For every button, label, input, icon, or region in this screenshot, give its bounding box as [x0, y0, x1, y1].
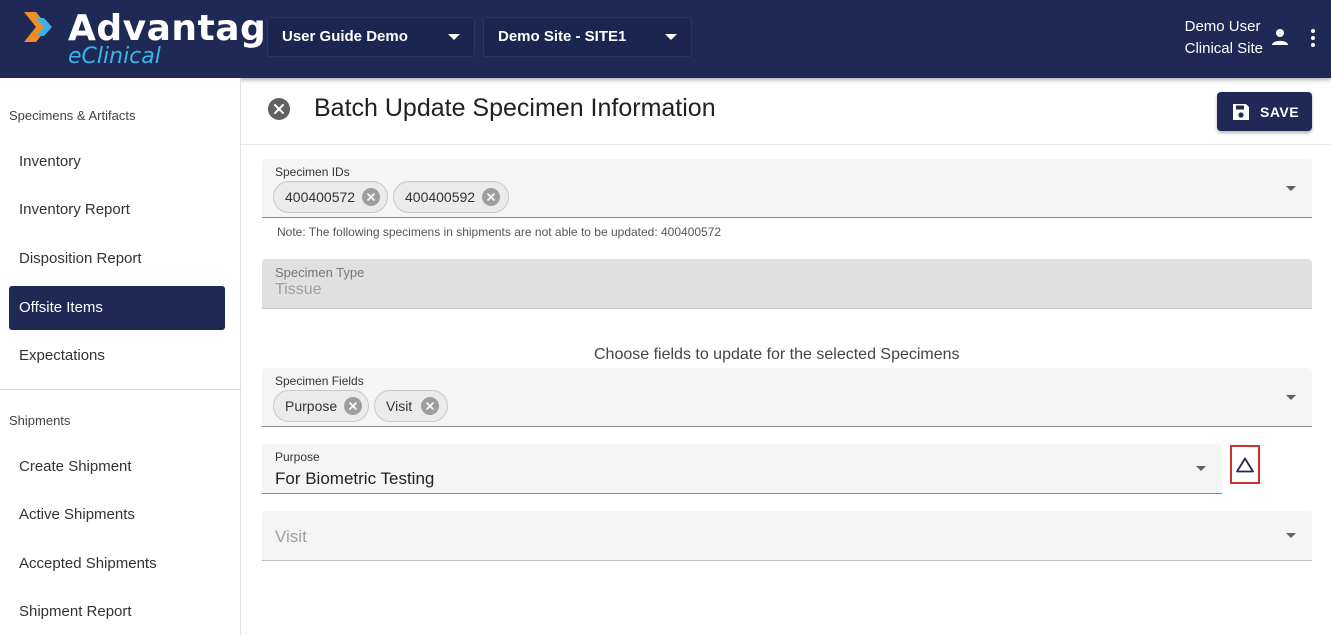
choose-fields-instruction: Choose fields to update for the selected…: [594, 346, 960, 363]
save-button-label: SAVE: [1260, 104, 1300, 120]
sidebar-item-offsite-items[interactable]: Offsite Items: [9, 286, 225, 330]
specimen-type-value: Tissue: [275, 281, 322, 298]
header-divider: [241, 144, 1331, 145]
specimen-ids-select[interactable]: Specimen IDs 400400572 400400592: [262, 159, 1312, 218]
sidebar-section-title: Shipments: [9, 413, 71, 428]
save-button[interactable]: SAVE: [1217, 92, 1312, 131]
sidebar-item-disposition-report[interactable]: Disposition Report: [9, 237, 225, 281]
close-icon[interactable]: [268, 98, 290, 120]
sidebar-item-inventory-report[interactable]: Inventory Report: [9, 188, 225, 232]
sidebar-item-inventory[interactable]: Inventory: [9, 140, 225, 184]
specimen-id-chip: 400400572: [273, 181, 388, 213]
chip-remove-icon[interactable]: [482, 188, 500, 206]
chevron-down-icon: [1286, 395, 1296, 400]
chip-remove-icon[interactable]: [362, 188, 380, 206]
sidebar-item-expectations[interactable]: Expectations: [9, 334, 225, 378]
chevron-down-icon: [448, 34, 460, 40]
specimen-ids-label: Specimen IDs: [275, 165, 350, 179]
logo-title: Advantage: [68, 8, 292, 49]
top-app-bar: Advantage eClinical User Guide Demo Demo…: [0, 0, 1331, 78]
specimen-type-field: Specimen Type Tissue: [262, 259, 1312, 309]
sidebar-section-title: Specimens & Artifacts: [9, 108, 136, 123]
chip-label: 400400572: [285, 189, 356, 205]
chip-remove-icon[interactable]: [344, 397, 362, 415]
warning-indicator[interactable]: [1230, 445, 1260, 484]
chevron-down-icon: [665, 34, 677, 40]
chevron-down-icon: [1196, 466, 1206, 471]
sidebar-divider: [0, 389, 241, 390]
specimen-fields-label: Specimen Fields: [275, 374, 364, 388]
sidebar-nav: Specimens & Artifacts Inventory Inventor…: [0, 78, 241, 635]
study-selector-value: User Guide Demo: [282, 28, 408, 45]
user-name: Demo User: [1184, 18, 1261, 35]
sidebar-item-accepted-shipments[interactable]: Accepted Shipments: [9, 542, 225, 586]
user-role: Clinical Site: [1184, 40, 1263, 57]
page-title: Batch Update Specimen Information: [314, 94, 716, 122]
specimen-fields-select[interactable]: Specimen Fields Purpose Visit: [262, 368, 1312, 427]
sidebar-item-active-shipments[interactable]: Active Shipments: [9, 493, 225, 537]
main-content: Batch Update Specimen Information SAVE S…: [241, 78, 1331, 635]
sidebar-item-create-shipment[interactable]: Create Shipment: [9, 445, 225, 489]
study-selector[interactable]: User Guide Demo: [267, 17, 475, 57]
kebab-menu-icon[interactable]: [1306, 27, 1320, 49]
person-icon[interactable]: [1270, 27, 1290, 47]
visit-placeholder: Visit: [275, 527, 307, 546]
chevron-down-icon: [1286, 533, 1296, 538]
chip-remove-icon[interactable]: [421, 397, 439, 415]
shipment-note: Note: The following specimens in shipmen…: [277, 225, 722, 239]
specimen-type-label: Specimen Type: [275, 265, 365, 280]
chevron-down-icon: [1286, 186, 1296, 191]
logo-chevron-icon: [24, 12, 52, 42]
chip-label: 400400592: [405, 189, 476, 205]
chip-label: Visit: [386, 398, 413, 414]
user-info: Demo User Clinical Site: [1185, 16, 1263, 60]
specimen-field-chip: Purpose: [273, 390, 369, 422]
site-selector[interactable]: Demo Site - SITE1: [483, 17, 692, 57]
specimen-field-chip: Visit: [374, 390, 448, 422]
site-selector-value: Demo Site - SITE1: [498, 28, 627, 45]
sidebar-item-shipment-report[interactable]: Shipment Report: [9, 590, 225, 634]
purpose-label: Purpose: [275, 450, 320, 464]
chip-label: Purpose: [285, 398, 338, 414]
specimen-id-chip: 400400592: [393, 181, 509, 213]
app-logo[interactable]: Advantage eClinical: [22, 8, 291, 70]
purpose-select[interactable]: Purpose For Biometric Testing: [262, 444, 1222, 494]
logo-subtitle: eClinical: [68, 44, 161, 69]
warning-triangle-icon: [1236, 457, 1254, 473]
purpose-value: For Biometric Testing: [275, 469, 435, 488]
visit-select[interactable]: Visit: [262, 511, 1312, 561]
floppy-disk-icon: [1233, 104, 1249, 120]
